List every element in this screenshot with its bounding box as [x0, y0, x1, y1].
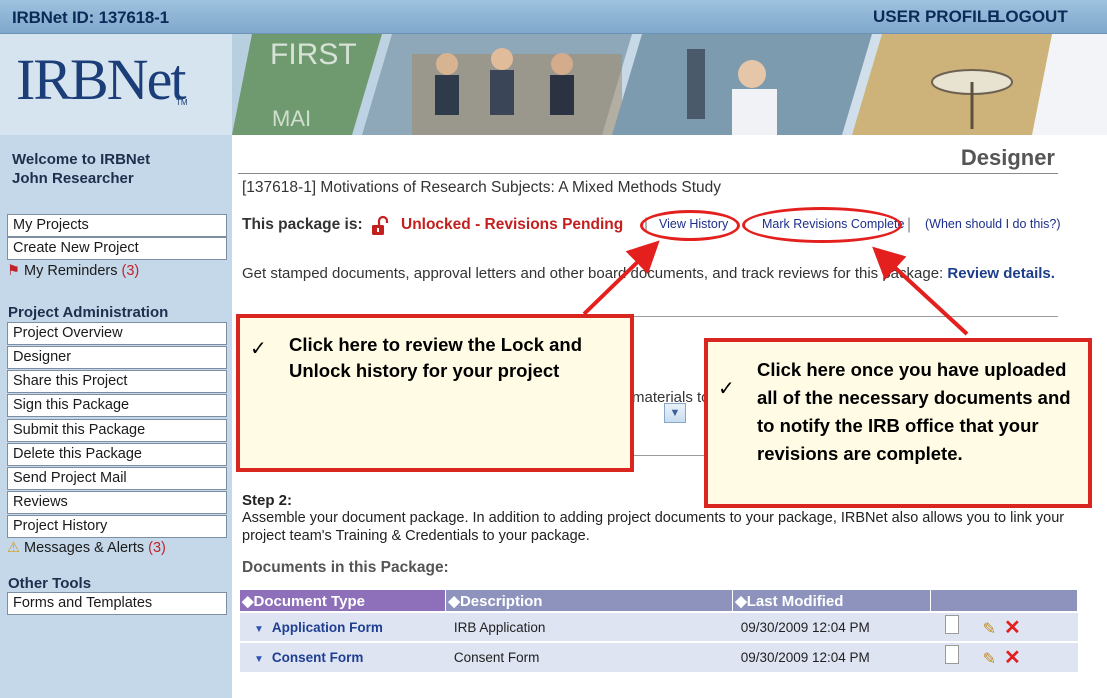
view-history-callout-text: Click here to review the Lock and Unlock… — [289, 334, 583, 381]
mark-complete-callout-text: Click here once you have uploaded all of… — [757, 359, 1071, 464]
check-mark-icon: ✓ — [718, 378, 735, 400]
view-history-callout: ✓ Click here to review the Lock and Unlo… — [236, 314, 634, 472]
arrow-to-view-history — [582, 240, 660, 316]
check-mark-icon: ✓ — [250, 338, 267, 360]
arrow-to-mark-complete — [872, 246, 969, 336]
mark-complete-callout: ✓ Click here once you have uploaded all … — [704, 338, 1092, 508]
